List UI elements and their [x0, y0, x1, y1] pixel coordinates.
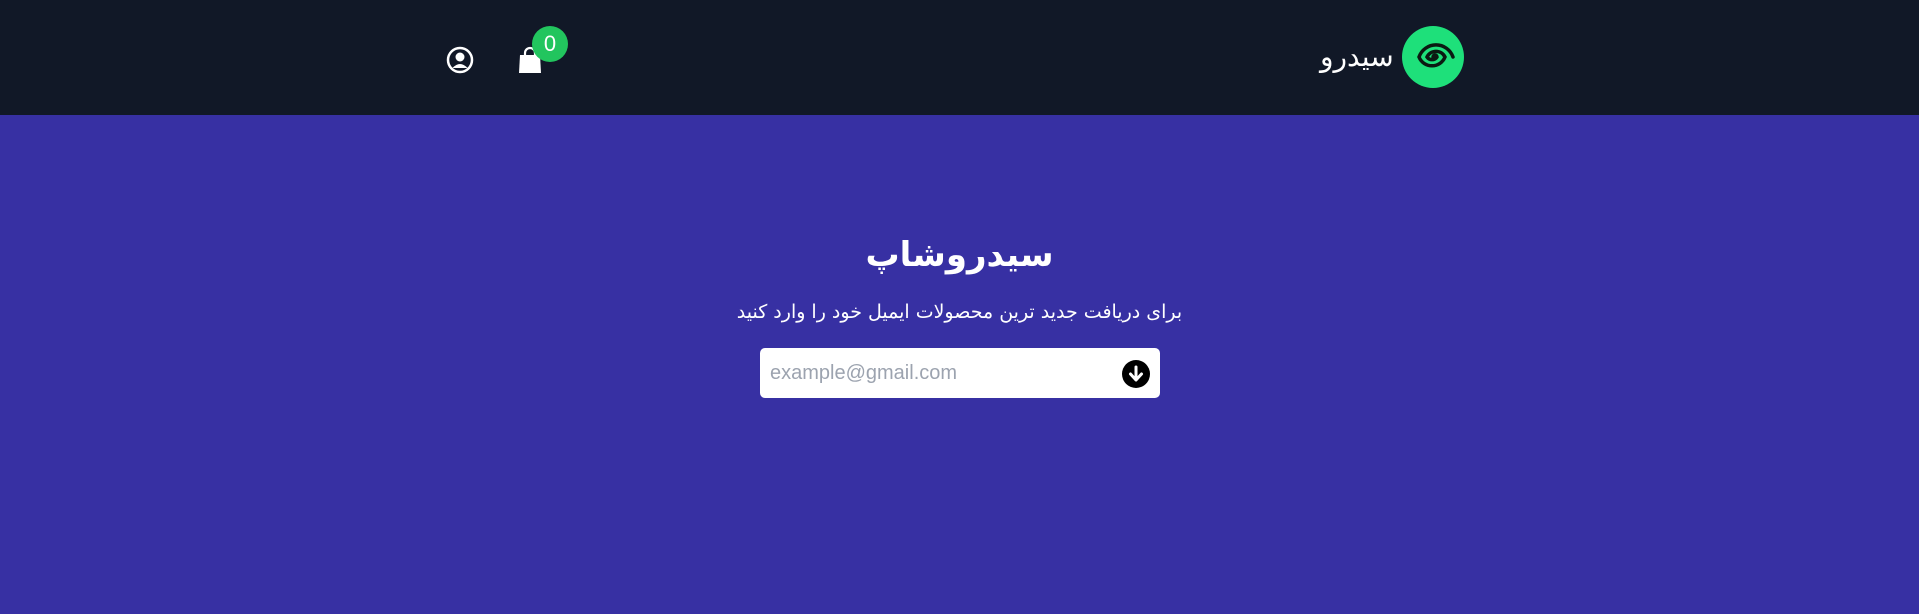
- navbar: سیدرو 0: [0, 0, 1919, 115]
- spiral-logo-icon: [1401, 26, 1464, 88]
- user-account-button[interactable]: [446, 46, 474, 74]
- newsletter-form: [760, 348, 1160, 398]
- arrow-down-circle-icon: [1129, 365, 1143, 382]
- hero-subtitle: برای دریافت جدید ترین محصولات ایمیل خود …: [736, 301, 1183, 323]
- newsletter-hero: سیدروشاپ برای دریافت جدید ترین محصولات ا…: [0, 115, 1919, 614]
- email-input[interactable]: [770, 348, 1110, 398]
- brand-link[interactable]: سیدرو: [1320, 26, 1464, 88]
- cart-count-badge: 0: [532, 26, 568, 62]
- hero-title: سیدروشاپ: [865, 235, 1054, 275]
- user-circle-icon: [446, 46, 474, 74]
- subscribe-button[interactable]: [1122, 360, 1150, 388]
- brand-name: سیدرو: [1320, 40, 1394, 73]
